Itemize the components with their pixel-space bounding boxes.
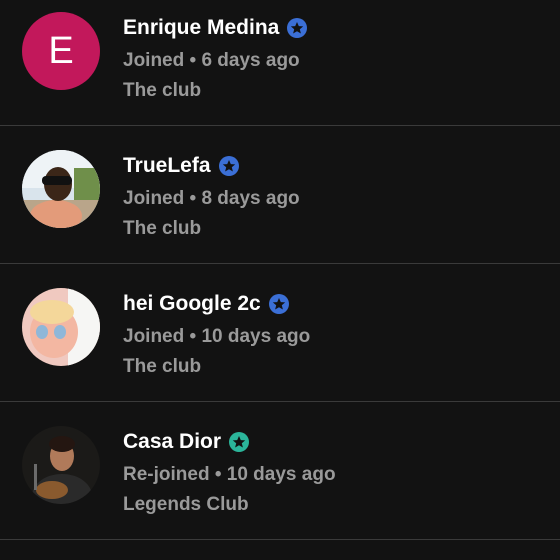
member-name[interactable]: TrueLefa [123, 154, 211, 178]
member-list: E Enrique Medina Joined • 6 days ago The… [0, 0, 560, 560]
member-row-casa-dior[interactable]: Casa Dior Re-joined • 10 days ago Legend… [0, 403, 560, 540]
member-club[interactable]: Legends Club [123, 494, 249, 516]
star-badge-icon [287, 18, 308, 38]
member-club[interactable]: The club [123, 80, 201, 102]
member-status: Joined • 6 days ago [123, 50, 300, 71]
avatar[interactable] [22, 288, 100, 366]
avatar[interactable]: E [22, 12, 100, 90]
member-club[interactable]: The club [123, 356, 201, 378]
member-row-hei-google-2c[interactable]: hei Google 2c Joined • 10 days ago The c… [0, 265, 560, 402]
member-name[interactable]: Casa Dior [123, 430, 221, 454]
member-name-row: Enrique Medina [123, 16, 308, 40]
member-status: Joined • 8 days ago [123, 188, 300, 209]
profile-photo [22, 288, 100, 366]
member-status: Re-joined • 10 days ago [123, 464, 336, 485]
member-row-enrique-medina[interactable]: E Enrique Medina Joined • 6 days ago The… [0, 0, 560, 126]
member-name[interactable]: hei Google 2c [123, 292, 261, 316]
member-name-row: Casa Dior [123, 430, 250, 454]
member-status: Joined • 10 days ago [123, 326, 311, 347]
member-row-truelefa[interactable]: TrueLefa Joined • 8 days ago The club [0, 127, 560, 264]
member-name-row: TrueLefa [123, 154, 239, 178]
avatar[interactable] [22, 150, 100, 228]
star-badge-icon [229, 432, 250, 452]
profile-photo [22, 426, 100, 504]
avatar[interactable] [22, 426, 100, 504]
star-badge-icon [218, 156, 239, 176]
member-name[interactable]: Enrique Medina [123, 16, 279, 40]
member-name-row: hei Google 2c [123, 292, 289, 316]
star-badge-icon [268, 294, 289, 314]
avatar-initial: E [48, 30, 74, 72]
profile-photo [22, 150, 100, 228]
member-club[interactable]: The club [123, 218, 201, 240]
